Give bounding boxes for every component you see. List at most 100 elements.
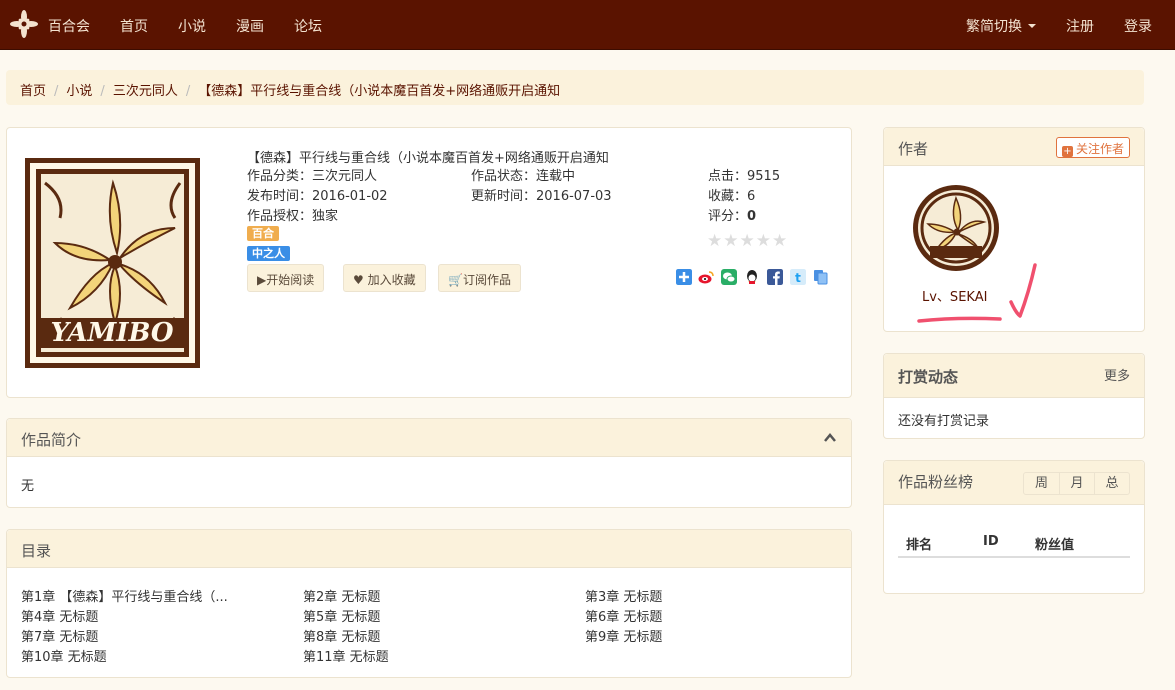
chevron-up-icon[interactable] bbox=[823, 431, 837, 445]
author-avatar[interactable] bbox=[912, 184, 1000, 272]
star-icon[interactable]: ★ bbox=[723, 231, 738, 251]
tag-yuri[interactable]: 百合 bbox=[247, 226, 279, 241]
tab-week[interactable]: 周 bbox=[1024, 473, 1059, 494]
author-panel: 作者 + 关注作者 Lv、SEKAI bbox=[883, 127, 1145, 332]
nav-brand[interactable]: 百合会 bbox=[48, 16, 90, 36]
breadcrumb-separator: / bbox=[54, 84, 59, 99]
cover-logo-text: YAMIBO bbox=[50, 318, 173, 348]
register-link[interactable]: 注册 bbox=[1066, 16, 1094, 36]
toc-panel: 目录 第1章 【德森】平行线与重合线（... 第2章 无标题 第3章 无标题 第… bbox=[6, 529, 852, 678]
tag-voice-actor[interactable]: 中之人 bbox=[247, 246, 290, 261]
twitter-icon[interactable]: t bbox=[790, 269, 806, 285]
tab-total[interactable]: 总 bbox=[1094, 473, 1129, 494]
plus-share-icon[interactable] bbox=[676, 269, 692, 285]
breadcrumb-category[interactable]: 三次元同人 bbox=[113, 84, 178, 99]
play-icon: ▶ bbox=[257, 273, 267, 287]
table-header-divider bbox=[898, 556, 1130, 558]
book-info-panel: YAMIBO 【德森】平行线与重合线（小说本魔百首发+网络通贩开启通知 作品分类… bbox=[6, 127, 852, 398]
copy-link-icon[interactable] bbox=[813, 269, 829, 285]
rewards-more-link[interactable]: 更多 bbox=[1104, 365, 1130, 384]
nav-link-forum[interactable]: 论坛 bbox=[294, 16, 322, 36]
intro-panel-header[interactable]: 作品简介 bbox=[7, 419, 851, 457]
top-navbar: 百合会 首页 小说 漫画 论坛 繁简切换 注册 登录 bbox=[0, 0, 1175, 50]
chapter-link[interactable]: 第11章 无标题 bbox=[303, 646, 389, 665]
fans-period-tabs: 周 月 总 bbox=[1023, 472, 1130, 495]
fans-panel-header: 作品粉丝榜 周 月 总 bbox=[884, 461, 1144, 505]
rewards-panel-header: 打赏动态 更多 bbox=[884, 354, 1144, 398]
chapter-link[interactable]: 第4章 无标题 bbox=[21, 606, 98, 625]
star-icon[interactable]: ★ bbox=[756, 231, 771, 251]
book-cover[interactable]: YAMIBO bbox=[25, 158, 200, 368]
chapter-link[interactable]: 第8章 无标题 bbox=[303, 626, 380, 645]
author-title: 作者 bbox=[898, 140, 929, 158]
chapter-link[interactable]: 第5章 无标题 bbox=[303, 606, 380, 625]
intro-title: 作品简介 bbox=[21, 431, 82, 449]
qq-icon[interactable] bbox=[744, 269, 760, 285]
author-panel-header: 作者 + 关注作者 bbox=[884, 128, 1144, 166]
start-reading-button[interactable]: ▶开始阅读 bbox=[247, 264, 325, 292]
nav-link-comic[interactable]: 漫画 bbox=[236, 16, 264, 36]
follow-author-button[interactable]: + 关注作者 bbox=[1055, 137, 1130, 158]
lang-switch-label: 繁简切换 bbox=[966, 19, 1022, 35]
breadcrumb: 首页 / 小说 / 三次元同人 / 【德森】平行线与重合线（小说本魔百首发+网络通贩开启通知 bbox=[6, 70, 1144, 105]
login-link[interactable]: 登录 bbox=[1124, 16, 1152, 36]
score-label: 评分： bbox=[708, 209, 748, 224]
book-favorites: 收藏：6 bbox=[708, 185, 755, 204]
chapter-link[interactable]: 第7章 无标题 bbox=[21, 626, 98, 645]
subscribe-button[interactable]: 🛒订阅作品 bbox=[438, 264, 521, 292]
favorites-label: 收藏： bbox=[708, 189, 748, 204]
subscribe-label: 订阅作品 bbox=[462, 273, 511, 287]
plus-icon: + bbox=[1061, 146, 1073, 157]
rewards-title: 打赏动态 bbox=[898, 368, 959, 386]
book-update-time: 更新时间：2016-07-03 bbox=[471, 189, 612, 204]
start-reading-label: 开始阅读 bbox=[266, 273, 315, 287]
fans-panel: 作品粉丝榜 周 月 总 排名 ID 粉丝值 bbox=[883, 460, 1145, 594]
rewards-panel: 打赏动态 更多 还没有打赏记录 bbox=[883, 353, 1145, 439]
caret-down-icon bbox=[1028, 24, 1036, 28]
breadcrumb-novel[interactable]: 小说 bbox=[66, 84, 92, 99]
column-fan-value: 粉丝值 bbox=[1035, 538, 1075, 553]
weibo-icon[interactable] bbox=[698, 269, 714, 285]
add-favorite-button[interactable]: ♥ 加入收藏 bbox=[343, 264, 426, 292]
intro-text: 无 bbox=[21, 479, 35, 494]
breadcrumb-home[interactable]: 首页 bbox=[20, 84, 46, 99]
cart-icon: 🛒 bbox=[448, 273, 463, 287]
tab-month[interactable]: 月 bbox=[1059, 473, 1094, 494]
lang-switch-dropdown[interactable]: 繁简切换 bbox=[966, 16, 1036, 36]
clicks-label: 点击： bbox=[708, 169, 748, 184]
wechat-icon[interactable] bbox=[721, 269, 737, 285]
book-clicks: 点击：9515 bbox=[708, 165, 780, 184]
fans-title: 作品粉丝榜 bbox=[898, 473, 974, 491]
star-icon[interactable]: ★ bbox=[772, 231, 787, 251]
nav-link-novel[interactable]: 小说 bbox=[178, 16, 206, 36]
clicks-value: 9515 bbox=[747, 169, 781, 184]
toc-title: 目录 bbox=[21, 542, 52, 560]
chapter-link[interactable]: 第9章 无标题 bbox=[585, 626, 662, 645]
star-icon[interactable]: ★ bbox=[707, 231, 722, 251]
chapter-link[interactable]: 第10章 无标题 bbox=[21, 646, 107, 665]
nav-link-home[interactable]: 首页 bbox=[120, 16, 148, 36]
book-category: 作品分类：三次元同人 bbox=[247, 169, 378, 184]
facebook-icon[interactable] bbox=[767, 269, 783, 285]
lily-logo-icon[interactable] bbox=[10, 10, 38, 38]
book-title: 【德森】平行线与重合线（小说本魔百首发+网络通贩开启通知 bbox=[247, 151, 609, 166]
score-value: 0 bbox=[747, 209, 757, 224]
column-rank: 排名 bbox=[906, 538, 933, 553]
book-status: 作品状态：连载中 bbox=[471, 169, 576, 184]
intro-panel: 作品简介 无 bbox=[6, 418, 852, 508]
rating-stars[interactable]: ★★★★★ bbox=[707, 231, 788, 251]
book-publish-time: 发布时间：2016-01-02 bbox=[247, 189, 388, 204]
breadcrumb-separator: / bbox=[100, 84, 105, 99]
svg-text:t: t bbox=[795, 271, 801, 285]
chapter-link[interactable]: 第3章 无标题 bbox=[585, 586, 662, 605]
follow-author-label: 关注作者 bbox=[1075, 142, 1124, 156]
rewards-empty-text: 还没有打赏记录 bbox=[898, 414, 990, 429]
toc-panel-header: 目录 bbox=[7, 530, 851, 568]
chapter-link[interactable]: 第6章 无标题 bbox=[585, 606, 662, 625]
book-license: 作品授权：独家 bbox=[247, 209, 339, 224]
heart-icon: ♥ bbox=[353, 273, 368, 287]
star-icon[interactable]: ★ bbox=[740, 231, 755, 251]
chapter-link[interactable]: 第2章 无标题 bbox=[303, 586, 380, 605]
chapter-link[interactable]: 第1章 【德森】平行线与重合线（... bbox=[21, 586, 228, 605]
add-favorite-label: 加入收藏 bbox=[367, 273, 416, 287]
